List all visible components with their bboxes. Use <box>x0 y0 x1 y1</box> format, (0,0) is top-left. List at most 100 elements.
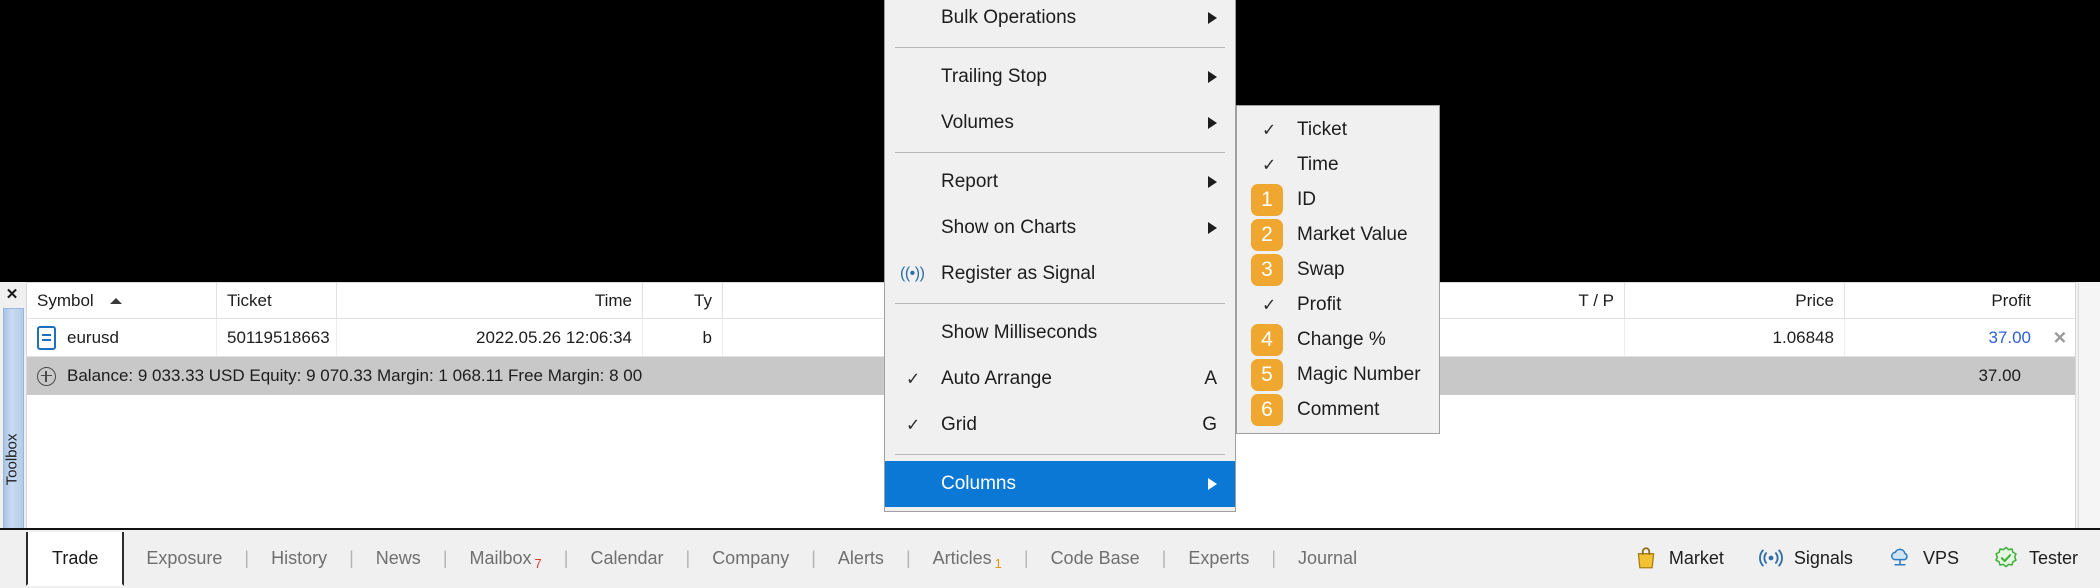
check-icon: ✓ <box>1262 155 1277 174</box>
submenu-item-time-label: Time <box>1297 153 1339 175</box>
cell-profit: 37.00 ✕ <box>1845 319 2075 356</box>
tabbar-right-actions: Market Signals VPS Tester <box>1633 530 2078 586</box>
submenu-item-comment-label: Comment <box>1297 398 1380 420</box>
button-vps-label: VPS <box>1922 547 1959 568</box>
account-summary-text-wrap: Balance: 9 033.33 USD Equity: 9 070.33 M… <box>27 357 642 395</box>
chevron-right-icon <box>1208 176 1217 188</box>
table-vertical-scrollbar[interactable] <box>2078 282 2100 530</box>
tab-mailbox[interactable]: Mailbox 7 <box>448 530 564 586</box>
tab-exposure-label: Exposure <box>146 547 223 568</box>
button-signals-label: Signals <box>1793 547 1853 568</box>
cell-price: 1.06848 <box>1625 319 1845 356</box>
menu-item-bulk-operations-label: Bulk Operations <box>941 7 1077 28</box>
button-market[interactable]: Market <box>1633 545 1724 571</box>
cell-type: b <box>643 319 723 356</box>
tab-code-base[interactable]: Code Base <box>1029 530 1162 586</box>
chevron-right-icon <box>1208 222 1217 234</box>
button-market-label: Market <box>1668 547 1724 568</box>
signal-icon: ((•)) <box>900 265 925 282</box>
app-window: ✕ Toolbox Symbol Ticket Time Ty T / P Pr… <box>0 0 2100 588</box>
button-signals[interactable]: Signals <box>1758 545 1853 571</box>
menu-item-show-milliseconds[interactable]: Show Milliseconds <box>885 310 1235 356</box>
sort-ascending-icon <box>109 297 122 304</box>
column-header-profit[interactable]: Profit <box>1845 283 2075 318</box>
submenu-item-magic-number[interactable]: 5 Magic Number <box>1237 357 1439 392</box>
column-header-price[interactable]: Price <box>1625 283 1845 318</box>
menu-item-show-milliseconds-label: Show Milliseconds <box>941 322 1098 343</box>
submenu-item-swap[interactable]: 3 Swap <box>1237 252 1439 287</box>
menu-item-volumes[interactable]: Volumes <box>885 100 1235 146</box>
menu-item-bulk-operations[interactable]: Bulk Operations <box>885 0 1235 41</box>
cell-time: 2022.05.26 12:06:34 <box>337 319 643 356</box>
tab-journal-label: Journal <box>1298 547 1358 568</box>
tab-articles[interactable]: Articles 1 <box>911 530 1024 586</box>
step-badge-6: 6 <box>1251 393 1283 426</box>
column-header-ticket[interactable]: Ticket <box>217 283 337 318</box>
column-header-time[interactable]: Time <box>337 283 643 318</box>
menu-item-trailing-stop-label: Trailing Stop <box>941 66 1047 87</box>
submenu-item-change-percent[interactable]: 4 Change % <box>1237 322 1439 357</box>
tab-history[interactable]: History <box>249 530 349 586</box>
check-icon: ✓ <box>906 369 921 389</box>
button-vps[interactable]: VPS <box>1887 545 1959 571</box>
submenu-item-ticket[interactable]: ✓ Ticket <box>1237 112 1439 147</box>
step-badge-1: 1 <box>1251 183 1283 216</box>
menu-item-report-label: Report <box>941 171 999 192</box>
submenu-item-comment[interactable]: 6 Comment <box>1237 392 1439 427</box>
menu-item-register-as-signal[interactable]: ((•)) Register as Signal <box>885 251 1235 297</box>
tab-journal[interactable]: Journal <box>1276 530 1379 586</box>
tab-experts[interactable]: Experts <box>1166 530 1271 586</box>
expand-icon[interactable] <box>37 366 56 386</box>
menu-item-trailing-stop[interactable]: Trailing Stop <box>885 54 1235 100</box>
menu-item-grid-label: Grid <box>941 414 977 435</box>
menu-item-volumes-label: Volumes <box>941 112 1014 133</box>
chevron-right-icon <box>1208 117 1217 129</box>
signal-icon <box>1758 549 1783 567</box>
menu-item-auto-arrange-shortcut: A <box>1204 368 1217 389</box>
tab-news[interactable]: News <box>354 530 443 586</box>
step-badge-5: 5 <box>1251 358 1283 391</box>
close-position-icon[interactable]: ✕ <box>2053 329 2067 346</box>
button-tester-label: Tester <box>2028 547 2078 568</box>
chevron-right-icon <box>1208 478 1217 490</box>
check-icon: ✓ <box>1262 295 1277 314</box>
tab-company[interactable]: Company <box>690 530 811 586</box>
column-header-type[interactable]: Ty <box>643 283 723 318</box>
account-summary-text: Balance: 9 033.33 USD Equity: 9 070.33 M… <box>67 366 643 385</box>
menu-item-grid-shortcut: G <box>1202 414 1217 435</box>
submenu-item-time[interactable]: ✓ Time <box>1237 147 1439 182</box>
tab-exposure[interactable]: Exposure <box>124 530 244 586</box>
cell-profit-value: 37.00 <box>1988 327 2031 347</box>
menu-item-auto-arrange[interactable]: ✓ Auto Arrange A <box>885 356 1235 402</box>
button-tester[interactable]: Tester <box>1993 545 2078 571</box>
submenu-item-change-percent-label: Change % <box>1297 328 1386 350</box>
submenu-item-ticket-label: Ticket <box>1297 118 1347 140</box>
submenu-item-profit-label: Profit <box>1297 293 1342 315</box>
check-icon: ✓ <box>906 415 921 435</box>
cloud-icon <box>1890 548 1908 566</box>
step-badge-3: 3 <box>1251 253 1283 286</box>
menu-item-grid[interactable]: ✓ Grid G <box>885 402 1235 448</box>
column-header-symbol-label: Symbol <box>37 290 94 310</box>
tab-mailbox-label: Mailbox <box>469 547 532 568</box>
tab-articles-badge: 1 <box>994 555 1002 571</box>
tab-calendar[interactable]: Calendar <box>568 530 685 586</box>
submenu-item-profit[interactable]: ✓ Profit <box>1237 287 1439 322</box>
tab-mailbox-badge: 7 <box>534 555 542 571</box>
close-icon[interactable]: ✕ <box>0 282 24 306</box>
tab-alerts-label: Alerts <box>837 547 884 568</box>
menu-item-auto-arrange-label: Auto Arrange <box>941 368 1052 389</box>
submenu-item-market-value[interactable]: 2 Market Value <box>1237 217 1439 252</box>
toolbox-tabbar: Trade Exposure | History | News | Mailbo… <box>0 528 2100 588</box>
menu-item-report[interactable]: Report <box>885 159 1235 205</box>
shopping-bag-icon <box>1637 547 1655 569</box>
tab-alerts[interactable]: Alerts <box>816 530 906 586</box>
tab-trade[interactable]: Trade <box>26 532 125 586</box>
submenu-item-magic-number-label: Magic Number <box>1297 363 1421 385</box>
menu-item-columns[interactable]: Columns <box>885 461 1235 507</box>
cell-symbol[interactable]: eurusd <box>27 319 217 356</box>
column-header-symbol[interactable]: Symbol <box>27 283 217 318</box>
menu-item-show-on-charts[interactable]: Show on Charts <box>885 205 1235 251</box>
submenu-item-id[interactable]: 1 ID <box>1237 182 1439 217</box>
tab-news-label: News <box>375 547 421 568</box>
